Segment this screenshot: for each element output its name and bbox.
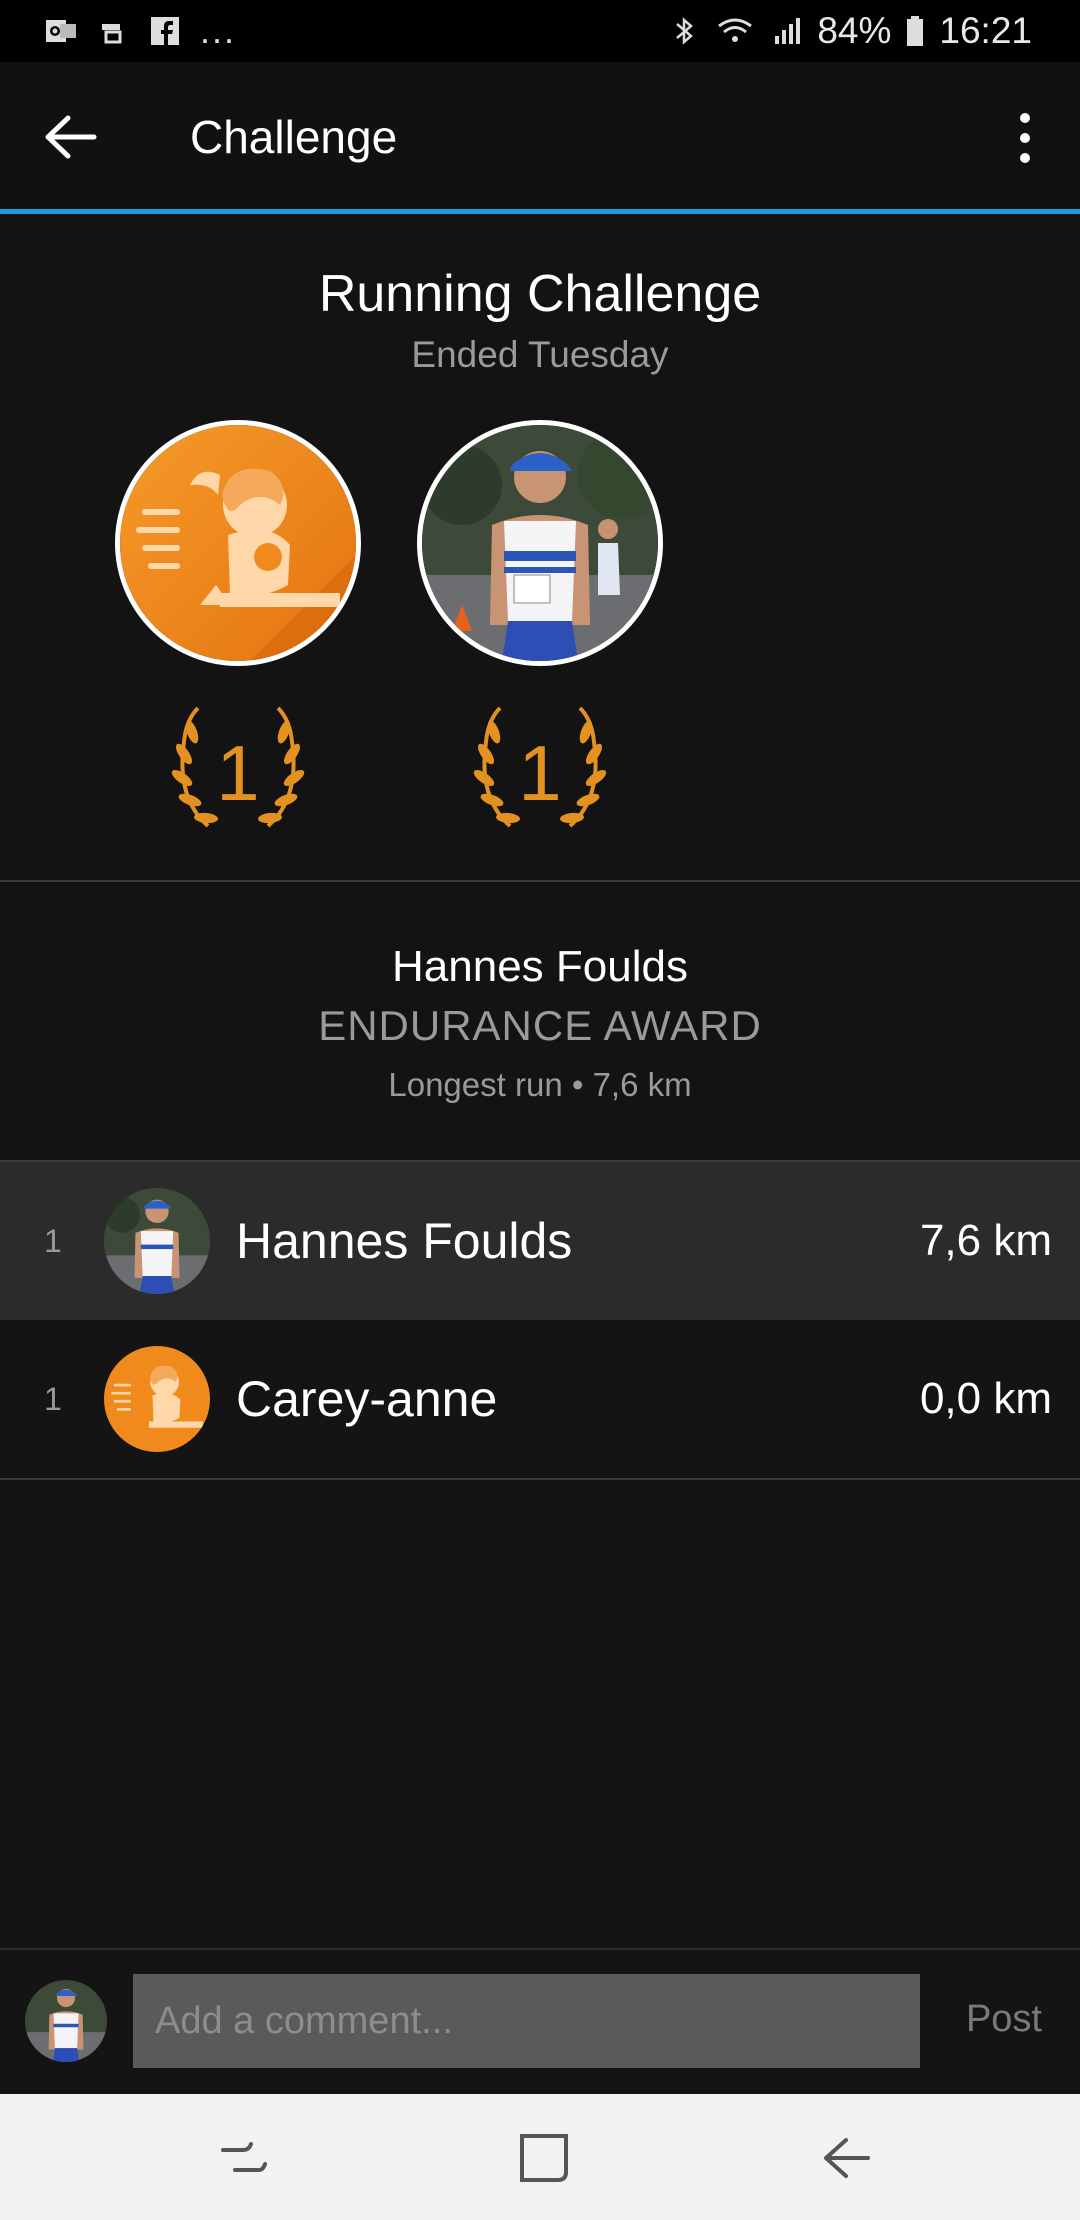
leaderboard-name: Carey-anne (236, 1371, 498, 1427)
avatar (104, 1346, 210, 1452)
home-icon[interactable] (514, 2128, 574, 2188)
battery-percent: 84% (817, 10, 892, 51)
leaderboard-rank: 1 (44, 1380, 62, 1417)
winner-2[interactable]: 1 (417, 420, 663, 828)
award-detail: Longest run • 7,6 km (388, 1066, 692, 1103)
award-title: ENDURANCE AWARD (318, 1002, 762, 1049)
challenge-subtitle: Ended Tuesday (411, 334, 669, 375)
battery-icon (907, 16, 924, 46)
runner-illustration-icon (104, 1346, 210, 1452)
leaderboard-value: 0,0 km (919, 1374, 1052, 1423)
leaderboard-name: Hannes Foulds (236, 1213, 573, 1269)
award-section: Hannes Foulds ENDURANCE AWARD Longest ru… (0, 882, 1080, 1160)
runner-photo-image (104, 1188, 210, 1294)
app-bar: Challenge (0, 62, 1080, 210)
system-nav-bar (0, 2094, 1080, 2220)
back-nav-icon[interactable] (816, 2128, 876, 2188)
award-winner-name: Hannes Foulds (392, 942, 688, 991)
post-button[interactable]: Post (966, 1998, 1042, 2041)
signal-icon (775, 18, 801, 44)
facebook-icon (151, 17, 179, 45)
runner-illustration-icon (120, 425, 356, 661)
leaderboard-value: 7,6 km (919, 1216, 1052, 1265)
divider (0, 1478, 1080, 1480)
runner-photo-avatar (417, 420, 663, 666)
avatar (104, 1188, 210, 1294)
recent-apps-icon[interactable] (213, 2128, 273, 2188)
status-bar: ... 84% 16:21 (0, 0, 1080, 62)
comment-input[interactable] (133, 1974, 920, 2068)
runner-photo-image (25, 1980, 107, 2062)
runner-illustration-avatar (115, 420, 361, 666)
status-left: ... (44, 10, 236, 52)
winner-1-rank: 1 (216, 729, 259, 817)
avatar (25, 1980, 107, 2062)
winner-2-rank: 1 (518, 729, 561, 817)
notification-icon (102, 24, 122, 44)
leaderboard-rank: 1 (44, 1222, 62, 1259)
runner-photo-image (422, 425, 658, 661)
leaderboard-row[interactable]: 1 Carey-anne 0,0 km (0, 1320, 1080, 1478)
challenge-title: Running Challenge (318, 265, 762, 323)
winner-1[interactable]: 1 (115, 420, 361, 828)
leaderboard-row[interactable]: 1 Hannes Foulds 7,6 km (0, 1162, 1080, 1320)
laurel-rank-icon: 1 (473, 706, 607, 828)
wifi-icon (718, 18, 753, 42)
clock: 16:21 (939, 10, 1032, 51)
comment-bar: Post (0, 1948, 1080, 2094)
laurel-rank-icon: 1 (171, 706, 305, 828)
more-notifications: ... (200, 10, 237, 51)
bluetooth-icon (676, 17, 694, 45)
back-arrow-icon[interactable] (44, 112, 100, 162)
more-options-icon[interactable] (1010, 108, 1040, 168)
outlook-icon (46, 20, 76, 42)
challenge-header: Running Challenge Ended Tuesday 1 1 (0, 214, 1080, 880)
status-right: 84% 16:21 (667, 10, 1032, 52)
page-title: Challenge (190, 111, 398, 163)
